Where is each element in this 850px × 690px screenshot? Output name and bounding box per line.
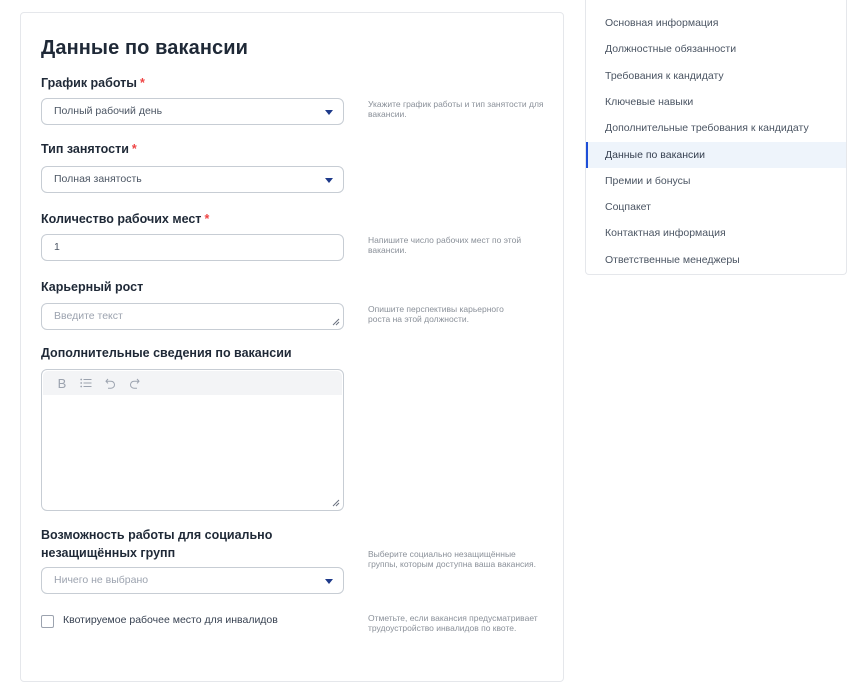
- sidenav-item[interactable]: Основная информация: [586, 10, 846, 36]
- sidenav-item[interactable]: Ответственные менеджеры: [586, 247, 846, 273]
- page-title: Данные по вакансии: [41, 37, 249, 59]
- schedule-label-text: График работы: [41, 76, 137, 90]
- workplaces-input[interactable]: 1: [41, 234, 344, 261]
- bold-icon[interactable]: B: [55, 376, 69, 391]
- sidenav-item[interactable]: Контактная информация: [586, 220, 846, 246]
- sidenav-item[interactable]: Должностные обязанности: [586, 36, 846, 62]
- employment-label-text: Тип занятости: [41, 142, 129, 156]
- workplaces-hint: Напишите число рабочих мест по этой вака…: [368, 235, 522, 255]
- employment-select[interactable]: Полная занятость: [41, 166, 344, 193]
- schedule-hint: Укажите график работы и тип занятости дл…: [368, 99, 544, 119]
- additional-editor[interactable]: B: [41, 369, 344, 511]
- career-hint: Опишите перспективы карьерного роста на …: [368, 304, 504, 324]
- sidenav-item[interactable]: Соцпакет: [586, 194, 846, 220]
- employment-select-value: Полная занятость: [54, 173, 142, 185]
- workplaces-label: Количество рабочих мест *: [41, 211, 209, 227]
- section-nav: Основная информация Должностные обязаннос…: [585, 0, 847, 275]
- quota-checkbox-label[interactable]: Квотируемое рабочее место для инвалидов: [63, 614, 278, 626]
- schedule-select-value: Полный рабочий день: [54, 105, 163, 117]
- workplaces-label-text: Количество рабочих мест: [41, 212, 202, 226]
- social-groups-select-value: Ничего не выбрано: [54, 574, 149, 586]
- sidenav-item[interactable]: Данные по вакансии: [586, 141, 846, 168]
- social-label-line2: незащищённых групп: [41, 546, 176, 560]
- list-icon[interactable]: [79, 376, 93, 390]
- schedule-select[interactable]: Полный рабочий день: [41, 98, 344, 125]
- quota-hint: Отметьте, если вакансия предусматривает …: [368, 613, 538, 633]
- social-hint: Выберите социально незащищённые группы, …: [368, 549, 536, 569]
- schedule-label: График работы *: [41, 75, 145, 91]
- employment-label: Тип занятости *: [41, 141, 137, 157]
- resize-handle-icon[interactable]: [332, 499, 340, 507]
- career-textarea[interactable]: Введите текст: [41, 303, 344, 330]
- quota-checkbox[interactable]: [41, 615, 54, 628]
- required-mark: *: [139, 76, 145, 90]
- career-label: Карьерный рост: [41, 280, 144, 294]
- required-mark: *: [131, 142, 137, 156]
- resize-handle-icon[interactable]: [332, 318, 340, 326]
- social-groups-select[interactable]: Ничего не выбрано: [41, 567, 344, 594]
- chevron-down-icon: [325, 579, 333, 584]
- career-textarea-placeholder: Введите текст: [54, 310, 123, 322]
- chevron-down-icon: [325, 110, 333, 115]
- sidenav-item[interactable]: Дополнительные требования к кандидату: [586, 115, 846, 141]
- undo-icon[interactable]: [103, 376, 117, 390]
- editor-toolbar: B: [43, 371, 342, 395]
- social-label-line1: Возможность работы для социально: [41, 528, 273, 542]
- additional-label: Дополнительные сведения по вакансии: [41, 346, 292, 360]
- workplaces-input-value: 1: [54, 241, 60, 253]
- redo-icon[interactable]: [127, 376, 141, 390]
- chevron-down-icon: [325, 178, 333, 183]
- sidenav-item[interactable]: Премии и бонусы: [586, 168, 846, 194]
- page: Данные по вакансии График работы * Полный…: [0, 0, 850, 690]
- vacancy-data-card: Данные по вакансии График работы * Полный…: [20, 12, 564, 682]
- sidenav-item[interactable]: Требования к кандидату: [586, 63, 846, 89]
- sidenav-item[interactable]: Ключевые навыки: [586, 89, 846, 115]
- required-mark: *: [204, 212, 210, 226]
